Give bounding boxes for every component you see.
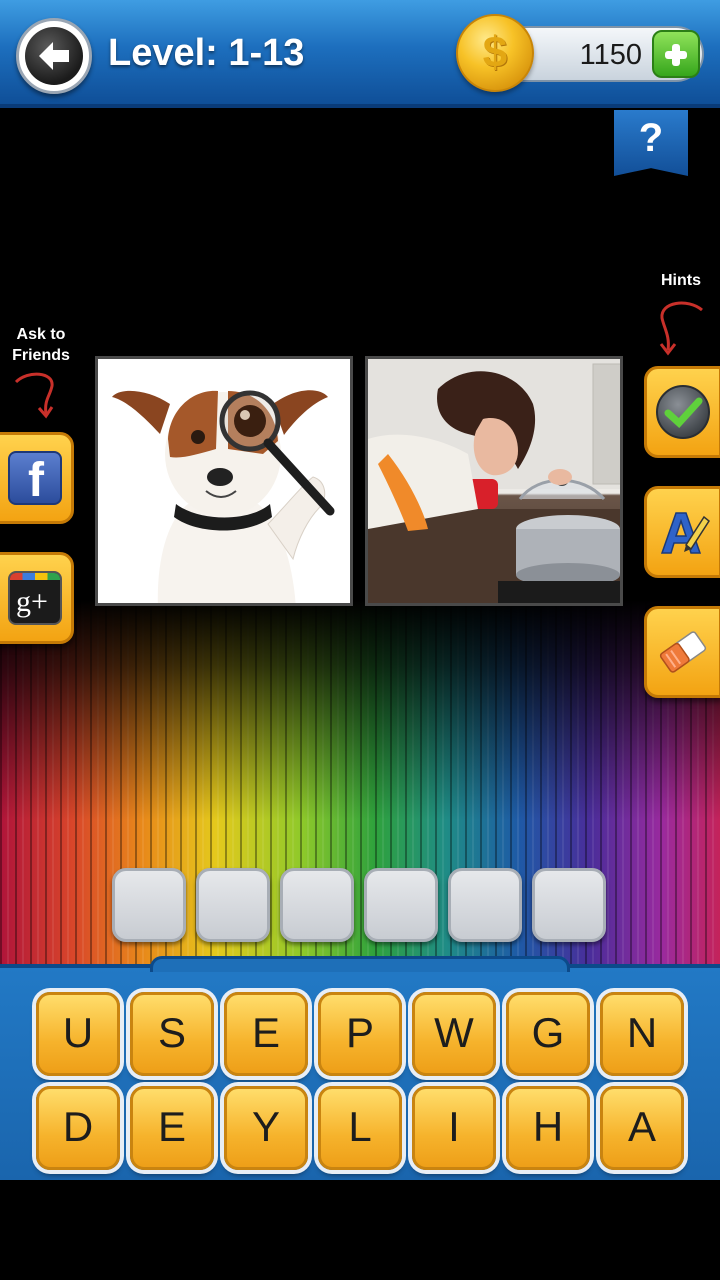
letter-key[interactable]: H — [506, 1086, 590, 1170]
coin-count: 1150 — [579, 39, 642, 71]
letter-a-pencil-icon — [656, 505, 710, 559]
facebook-glyph: f — [28, 454, 44, 507]
letter-key[interactable]: E — [130, 1086, 214, 1170]
letter-key[interactable]: W — [412, 992, 496, 1076]
bottom-bar — [0, 1180, 720, 1280]
curved-arrow-icon — [14, 372, 54, 419]
add-coins-button[interactable] — [652, 30, 700, 78]
eraser-icon — [656, 625, 710, 679]
letter-key[interactable]: N — [600, 992, 684, 1076]
answer-slot[interactable] — [532, 868, 606, 942]
letter-key[interactable]: A — [600, 1086, 684, 1170]
answer-slot[interactable] — [448, 868, 522, 942]
letter-key[interactable]: I — [412, 1086, 496, 1170]
letter-key[interactable]: D — [36, 1086, 120, 1170]
coin-symbol: $ — [482, 28, 508, 77]
reveal-letter-button[interactable] — [644, 486, 720, 578]
back-arrow-icon — [25, 27, 83, 85]
curved-arrow-icon — [659, 301, 703, 356]
google-plus-icon: g+ — [8, 571, 62, 625]
google-plus-button[interactable]: g+ — [0, 552, 74, 644]
back-button[interactable] — [16, 18, 92, 94]
answer-slots — [112, 868, 612, 944]
facebook-button[interactable]: f — [0, 432, 74, 524]
eraser-hint-button[interactable] — [644, 606, 720, 698]
hints-label: Hints — [661, 272, 701, 289]
ask-friends-label: Ask to Friends — [12, 326, 70, 364]
answer-slot[interactable] — [196, 868, 270, 942]
letter-keyboard: U S E P W G N D E Y L I H A — [0, 956, 720, 1180]
clue-photo-woman-cooking — [365, 356, 623, 606]
top-bar: Level: 1-13 1150 $ — [0, 0, 720, 108]
checkmark-icon — [656, 385, 710, 439]
letter-key[interactable]: U — [36, 992, 120, 1076]
letter-key[interactable]: L — [318, 1086, 402, 1170]
letter-key[interactable]: E — [224, 992, 308, 1076]
answer-slot[interactable] — [364, 868, 438, 942]
dollar-coin-icon: $ — [456, 14, 534, 92]
answer-slot[interactable] — [112, 868, 186, 942]
letter-key[interactable]: S — [130, 992, 214, 1076]
check-hint-button[interactable] — [644, 366, 720, 458]
google-plus-glyph: g+ — [16, 585, 48, 618]
answer-slot[interactable] — [280, 868, 354, 942]
question-mark-icon: ? — [638, 116, 664, 160]
facebook-icon: f — [8, 451, 62, 507]
clue-photo-dog-magnifier — [95, 356, 353, 606]
help-button[interactable]: ? — [614, 110, 688, 176]
level-title: Level: 1-13 — [108, 32, 305, 74]
letter-key[interactable]: G — [506, 992, 590, 1076]
letter-key[interactable]: Y — [224, 1086, 308, 1170]
letter-key[interactable]: P — [318, 992, 402, 1076]
